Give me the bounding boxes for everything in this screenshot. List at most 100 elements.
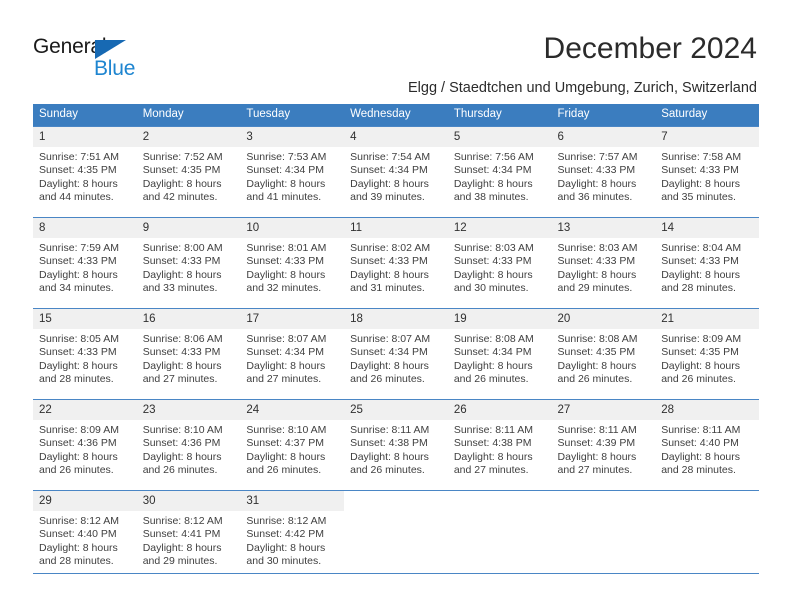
day-sunrise-text: Sunrise: 7:59 AM [39, 242, 119, 254]
calendar-day-cell[interactable]: 26 Sunrise: 8:11 AM Sunset: 4:38 PM Dayligh… [447, 399, 552, 491]
day-daylight2-text: and 28 minutes. [661, 281, 736, 294]
day-number: 26 [447, 400, 552, 420]
calendar-day-cell[interactable]: 4 Sunrise: 7:54 AM Sunset: 4:34 PM Daylight… [344, 126, 448, 218]
day-daylight2-text: and 26 minutes. [142, 463, 218, 476]
day-number: 28 [655, 400, 759, 420]
day-daylight1-text: Daylight: 8 hours [246, 268, 326, 281]
day-sunset-text: Sunset: 4:34 PM [453, 346, 532, 359]
day-sunrise-text: Sunrise: 8:11 AM [350, 424, 430, 436]
calendar-day-cell[interactable]: 2 Sunrise: 7:52 AM Sunset: 4:35 PM Daylight… [136, 126, 241, 218]
day-sunset-text: Sunset: 4:33 PM [246, 255, 325, 268]
day-sunset-text: Sunset: 4:34 PM [350, 164, 428, 177]
calendar-day-cell[interactable]: 18 Sunrise: 8:07 AM Sunset: 4:34 PM Dayligh… [344, 308, 448, 400]
calendar-day-cell[interactable]: 9 Sunrise: 8:00 AM Sunset: 4:33 PM Daylight… [136, 217, 241, 309]
day-sunset-text: Sunset: 4:34 PM [453, 164, 532, 177]
calendar-body: 1 Sunrise: 7:51 AM Sunset: 4:35 PM Daylight… [33, 126, 759, 581]
day-sunrise-text: Sunrise: 7:57 AM [557, 151, 638, 163]
day-number: 4 [344, 127, 448, 147]
calendar-day-cell[interactable]: 20 Sunrise: 8:08 AM Sunset: 4:35 PM Dayligh… [551, 308, 656, 400]
calendar-day-cell[interactable]: 19 Sunrise: 8:08 AM Sunset: 4:34 PM Dayligh… [447, 308, 552, 400]
day-number: 11 [344, 218, 448, 238]
day-daylight1-text: Daylight: 8 hours [557, 450, 637, 463]
calendar-day-cell[interactable]: 31 Sunrise: 8:12 AM Sunset: 4:42 PM Dayligh… [240, 490, 345, 581]
calendar-week-row: 8 Sunrise: 7:59 AM Sunset: 4:33 PM Daylight… [33, 217, 759, 309]
calendar-day-cell[interactable]: 8 Sunrise: 7:59 AM Sunset: 4:33 PM Daylight… [33, 217, 137, 309]
day-sunset-text: Sunset: 4:35 PM [557, 346, 636, 359]
day-details: Sunrise: 8:08 AM Sunset: 4:35 PM Daylight:… [552, 329, 656, 386]
calendar-day-cell[interactable]: 13 Sunrise: 8:03 AM Sunset: 4:33 PM Dayligh… [551, 217, 656, 309]
day-daylight2-text: and 26 minutes. [39, 463, 114, 476]
day-details: Sunrise: 8:12 AM Sunset: 4:40 PM Daylight:… [33, 511, 137, 568]
calendar-day-cell[interactable]: 17 Sunrise: 8:07 AM Sunset: 4:34 PM Dayligh… [240, 308, 345, 400]
calendar-day-cell[interactable]: 16 Sunrise: 8:06 AM Sunset: 4:33 PM Dayligh… [136, 308, 241, 400]
page-title: December 2024 [543, 32, 757, 65]
calendar-day-cell[interactable]: 15 Sunrise: 8:05 AM Sunset: 4:33 PM Dayligh… [33, 308, 137, 400]
day-daylight1-text: Daylight: 8 hours [39, 177, 118, 190]
day-daylight1-text: Daylight: 8 hours [39, 541, 118, 554]
day-details: Sunrise: 8:03 AM Sunset: 4:33 PM Daylight:… [448, 238, 552, 295]
day-sunset-text: Sunset: 4:33 PM [350, 255, 428, 268]
calendar-day-cell[interactable]: 6 Sunrise: 7:57 AM Sunset: 4:33 PM Daylight… [551, 126, 656, 218]
general-blue-logo[interactable]: General Blue [33, 36, 163, 84]
calendar-cell-empty [447, 490, 552, 581]
day-daylight2-text: and 28 minutes. [39, 372, 114, 385]
calendar-day-cell[interactable]: 12 Sunrise: 8:03 AM Sunset: 4:33 PM Dayligh… [447, 217, 552, 309]
calendar-day-cell[interactable]: 21 Sunrise: 8:09 AM Sunset: 4:35 PM Dayligh… [655, 308, 759, 400]
day-sunset-text: Sunset: 4:41 PM [142, 528, 221, 541]
day-number: 24 [240, 400, 345, 420]
day-daylight2-text: and 30 minutes. [453, 281, 529, 294]
day-details: Sunrise: 8:07 AM Sunset: 4:34 PM Daylight:… [344, 329, 448, 386]
day-number [448, 491, 552, 511]
calendar-day-cell[interactable]: 3 Sunrise: 7:53 AM Sunset: 4:34 PM Daylight… [240, 126, 345, 218]
calendar-day-cell[interactable]: 22 Sunrise: 8:09 AM Sunset: 4:36 PM Dayligh… [33, 399, 137, 491]
day-daylight1-text: Daylight: 8 hours [39, 450, 118, 463]
day-sunset-text: Sunset: 4:36 PM [39, 437, 117, 450]
day-number: 14 [655, 218, 759, 238]
day-daylight1-text: Daylight: 8 hours [142, 268, 222, 281]
day-daylight1-text: Daylight: 8 hours [557, 359, 637, 372]
day-sunrise-text: Sunrise: 8:08 AM [453, 333, 534, 345]
day-number: 27 [551, 400, 656, 420]
day-details: Sunrise: 7:57 AM Sunset: 4:33 PM Daylight:… [552, 147, 656, 204]
day-details: Sunrise: 8:12 AM Sunset: 4:41 PM Daylight:… [137, 511, 241, 568]
day-daylight1-text: Daylight: 8 hours [557, 177, 637, 190]
day-number: 5 [447, 127, 552, 147]
logo-text-blue: Blue [94, 57, 136, 80]
calendar-day-cell[interactable]: 27 Sunrise: 8:11 AM Sunset: 4:39 PM Dayligh… [551, 399, 656, 491]
day-number: 19 [447, 309, 552, 329]
calendar-day-cell[interactable]: 7 Sunrise: 7:58 AM Sunset: 4:33 PM Daylight… [655, 126, 759, 218]
day-sunset-text: Sunset: 4:35 PM [142, 164, 221, 177]
day-number: 18 [344, 309, 448, 329]
calendar-day-cell[interactable]: 28 Sunrise: 8:11 AM Sunset: 4:40 PM Dayligh… [655, 399, 759, 491]
day-daylight2-text: and 39 minutes. [350, 190, 425, 203]
day-sunset-text: Sunset: 4:33 PM [661, 164, 739, 177]
calendar-day-cell[interactable]: 24 Sunrise: 8:10 AM Sunset: 4:37 PM Dayligh… [240, 399, 345, 491]
day-details: Sunrise: 8:11 AM Sunset: 4:38 PM Daylight:… [344, 420, 448, 477]
day-sunrise-text: Sunrise: 8:08 AM [557, 333, 638, 345]
day-sunset-text: Sunset: 4:34 PM [246, 164, 325, 177]
day-daylight1-text: Daylight: 8 hours [246, 359, 326, 372]
day-details: Sunrise: 8:11 AM Sunset: 4:40 PM Daylight:… [655, 420, 759, 477]
calendar-day-cell[interactable]: 25 Sunrise: 8:11 AM Sunset: 4:38 PM Dayligh… [344, 399, 448, 491]
day-details: Sunrise: 8:03 AM Sunset: 4:33 PM Daylight:… [552, 238, 656, 295]
calendar-day-cell[interactable]: 30 Sunrise: 8:12 AM Sunset: 4:41 PM Dayligh… [136, 490, 241, 581]
day-sunset-text: Sunset: 4:40 PM [39, 528, 117, 541]
weekday-header-monday: Monday [136, 104, 241, 127]
day-details: Sunrise: 8:06 AM Sunset: 4:33 PM Daylight:… [137, 329, 241, 386]
page-subtitle: Elgg / Staedtchen und Umgebung, Zurich, … [407, 80, 757, 96]
calendar-day-cell[interactable]: 10 Sunrise: 8:01 AM Sunset: 4:33 PM Dayligh… [240, 217, 345, 309]
weekday-header-tuesday: Tuesday [240, 104, 345, 127]
calendar-cell-empty [344, 490, 448, 581]
calendar-day-cell[interactable]: 23 Sunrise: 8:10 AM Sunset: 4:36 PM Dayligh… [136, 399, 241, 491]
calendar-day-cell[interactable]: 11 Sunrise: 8:02 AM Sunset: 4:33 PM Dayligh… [344, 217, 448, 309]
calendar-day-cell[interactable]: 5 Sunrise: 7:56 AM Sunset: 4:34 PM Daylight… [447, 126, 552, 218]
calendar-day-cell[interactable]: 14 Sunrise: 8:04 AM Sunset: 4:33 PM Dayligh… [655, 217, 759, 309]
weekday-header-wednesday: Wednesday [344, 104, 448, 127]
day-sunrise-text: Sunrise: 7:54 AM [350, 151, 431, 163]
page-header: General Blue December 2024 Elgg / Staedt… [0, 0, 792, 101]
calendar-day-cell[interactable]: 1 Sunrise: 7:51 AM Sunset: 4:35 PM Daylight… [33, 126, 137, 218]
day-number: 12 [447, 218, 552, 238]
calendar-day-cell[interactable]: 29 Sunrise: 8:12 AM Sunset: 4:40 PM Dayligh… [33, 490, 137, 581]
day-daylight1-text: Daylight: 8 hours [557, 268, 637, 281]
day-daylight1-text: Daylight: 8 hours [453, 359, 533, 372]
